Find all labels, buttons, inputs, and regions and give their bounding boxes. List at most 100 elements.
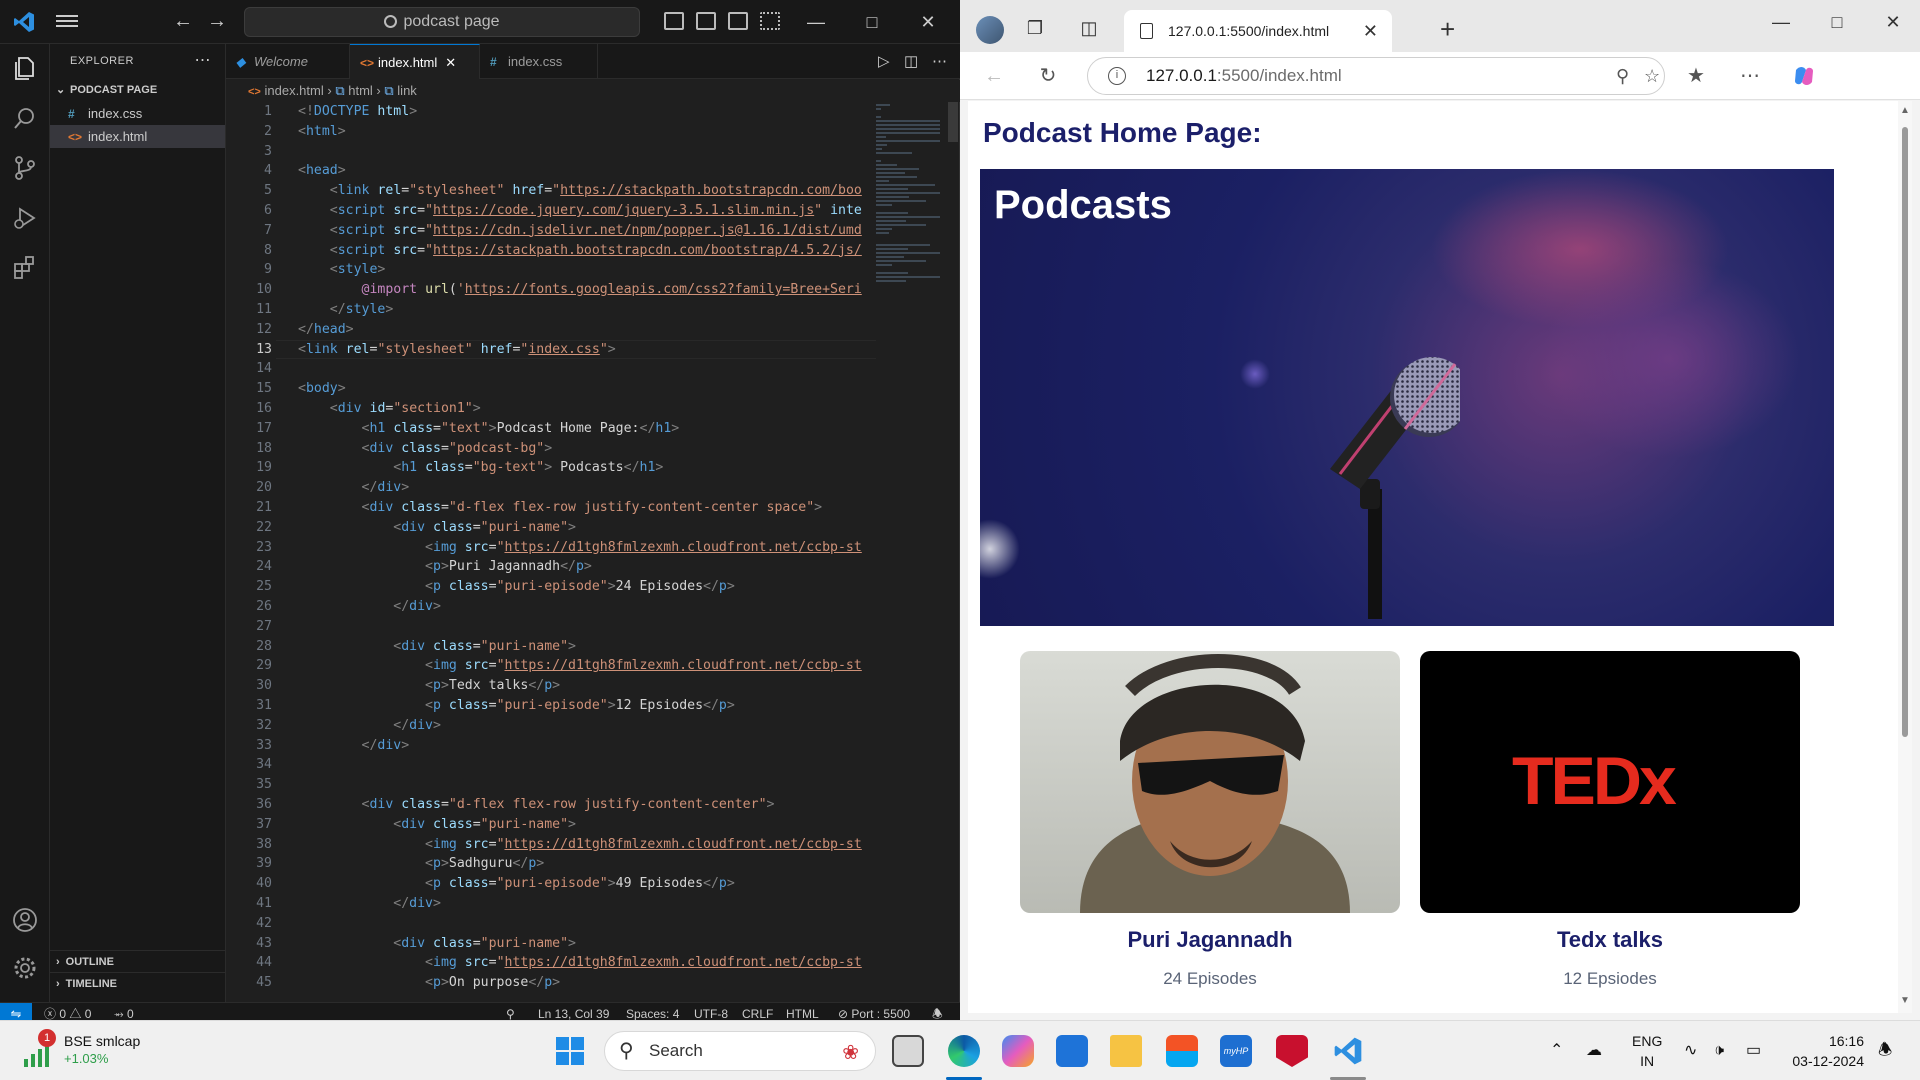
maximize-button[interactable]: □	[858, 8, 886, 36]
minimize-button[interactable]: —	[1766, 12, 1796, 33]
tab-welcome[interactable]: ◆ Welcome	[226, 44, 350, 79]
timeline-section[interactable]: › TIMELINE	[50, 972, 226, 994]
toggle-panel-icon[interactable]	[696, 12, 716, 30]
vertical-tabs-icon[interactable]: ◫	[1078, 18, 1100, 40]
code-line[interactable]: <html>	[298, 122, 346, 142]
tab-localhost[interactable]: 127.0.0.1:5500/index.html ✕	[1124, 10, 1392, 52]
code-line[interactable]: <link rel="stylesheet" href="index.css">	[298, 340, 616, 360]
accounts-icon[interactable]	[11, 906, 39, 934]
code-line[interactable]: <script src="https://code.jquery.com/jqu…	[298, 201, 862, 221]
forward-arrow-icon[interactable]: →	[206, 10, 228, 32]
code-line[interactable]: </div>	[298, 736, 410, 756]
code-line[interactable]: <p class="puri-episode">49 Episodes</p>	[298, 874, 735, 894]
show-hidden-icons-chevron-icon[interactable]: ⌃	[1550, 1021, 1563, 1080]
breadcrumb-html[interactable]: html	[348, 83, 373, 98]
close-button[interactable]: ✕	[1878, 12, 1908, 33]
podcast-card-tedx[interactable]: TEDx Tedx talks 12 Epsiodes	[1420, 651, 1800, 1001]
site-info-icon[interactable]: i	[1108, 67, 1126, 85]
code-line[interactable]: <h1 class="text">Podcast Home Page:</h1>	[298, 419, 680, 439]
code-line[interactable]: <style>	[298, 260, 386, 280]
tab-index-css[interactable]: # index.css	[480, 44, 598, 79]
back-arrow-icon[interactable]: ←	[982, 64, 1006, 88]
code-line[interactable]: </div>	[298, 894, 441, 914]
refresh-icon[interactable]: ↻	[1036, 64, 1060, 88]
file-item-index-html[interactable]: <> index.html	[50, 125, 225, 148]
myhp-icon[interactable]: myHP	[1220, 1035, 1252, 1067]
windows-start-icon[interactable]	[554, 1035, 586, 1067]
close-tab-icon[interactable]: ✕	[445, 55, 456, 70]
favorites-icon[interactable]: ★	[1684, 64, 1708, 88]
breadcrumb-link[interactable]: link	[397, 83, 417, 98]
code-line[interactable]: <p>Sadhguru</p>	[298, 854, 544, 874]
code-line[interactable]: <h1 class="bg-text"> Podcasts</h1>	[298, 458, 663, 478]
address-bar[interactable]: i 127.0.0.1:5500/index.html ⚲ ☆	[1087, 57, 1665, 95]
copilot-icon[interactable]	[1002, 1035, 1034, 1067]
code-line[interactable]: <p class="puri-episode">24 Episodes</p>	[298, 577, 735, 597]
store-app-icon[interactable]	[1056, 1035, 1088, 1067]
file-explorer-icon[interactable]	[1110, 1035, 1142, 1067]
code-line[interactable]: <img src="https://d1tgh8fmlzexmh.cloudfr…	[298, 538, 862, 558]
code-line[interactable]: <div class="podcast-bg">	[298, 439, 553, 459]
workspaces-icon[interactable]: ❐	[1024, 18, 1046, 40]
code-line[interactable]: </div>	[298, 716, 441, 736]
wifi-icon[interactable]: ∿	[1684, 1021, 1697, 1080]
more-menu-icon[interactable]: ⋯	[1738, 64, 1762, 88]
close-tab-icon[interactable]: ✕	[1363, 10, 1378, 52]
code-line[interactable]: <body>	[298, 379, 346, 399]
code-line[interactable]: <div id="section1">	[298, 399, 481, 419]
source-control-icon[interactable]	[11, 154, 39, 182]
code-line[interactable]: </div>	[298, 478, 410, 498]
stock-widget[interactable]: 1 BSE smlcap +1.03%	[22, 1029, 152, 1073]
search-icon[interactable]	[11, 104, 39, 132]
notifications-bell-icon[interactable]: 🕭	[1878, 1021, 1892, 1080]
language-indicator[interactable]: ENG IN	[1632, 1031, 1662, 1071]
profile-avatar[interactable]	[976, 16, 1004, 44]
toggle-primary-sidebar-icon[interactable]	[664, 12, 684, 30]
settings-gear-icon[interactable]	[11, 954, 39, 982]
code-line[interactable]: <script src="https://stackpath.bootstrap…	[298, 241, 862, 261]
split-editor-icon[interactable]: ◫	[904, 44, 918, 79]
outline-section[interactable]: › OUTLINE	[50, 950, 226, 972]
command-center-search[interactable]: podcast page	[244, 7, 640, 37]
copilot-icon[interactable]	[1792, 64, 1816, 88]
code-line[interactable]: <div class="d-flex flex-row justify-cont…	[298, 498, 823, 518]
code-line[interactable]: <p>Puri Jagannadh</p>	[298, 557, 592, 577]
code-line[interactable]: <script src="https://cdn.jsdelivr.net/np…	[298, 221, 862, 241]
new-tab-button[interactable]: +	[1440, 14, 1455, 45]
scrollbar-thumb[interactable]	[1902, 127, 1908, 737]
code-line[interactable]: <img src="https://d1tgh8fmlzexmh.cloudfr…	[298, 953, 862, 973]
menu-icon[interactable]	[56, 12, 78, 32]
mcafee-icon[interactable]	[1276, 1035, 1308, 1067]
minimap[interactable]	[876, 102, 946, 602]
code-line[interactable]: <p>On purpose</p>	[298, 973, 560, 993]
code-line[interactable]: <img src="https://d1tgh8fmlzexmh.cloudfr…	[298, 835, 862, 855]
code-line[interactable]: <p>Tedx talks</p>	[298, 676, 560, 696]
file-item-index-css[interactable]: # index.css	[50, 102, 225, 125]
back-arrow-icon[interactable]: ←	[172, 10, 194, 32]
extensions-icon[interactable]	[11, 254, 39, 282]
breadcrumb-file[interactable]: index.html	[264, 83, 323, 98]
minimize-button[interactable]: —	[802, 8, 830, 36]
favorite-star-icon[interactable]: ☆	[1644, 58, 1660, 94]
clock[interactable]: 16:16 03-12-2024	[1784, 1031, 1864, 1071]
code-line[interactable]: <div class="puri-name">	[298, 934, 576, 954]
close-button[interactable]: ✕	[914, 8, 942, 36]
code-editor[interactable]: 1 <!DOCTYPE html> 2 <html> 3 4 <head> 5 <link r…	[226, 102, 876, 1002]
edge-browser-icon[interactable]	[948, 1035, 980, 1067]
task-view-icon[interactable]	[892, 1035, 924, 1067]
run-debug-icon[interactable]	[11, 204, 39, 232]
code-line[interactable]: <img src="https://d1tgh8fmlzexmh.cloudfr…	[298, 656, 862, 676]
taskbar-search[interactable]: ⚲ Search ❀	[604, 1031, 876, 1071]
code-line[interactable]: </div>	[298, 597, 441, 617]
customize-layout-icon[interactable]	[760, 12, 780, 30]
code-line[interactable]: <div class="puri-name">	[298, 815, 576, 835]
tab-index-html[interactable]: <> index.html ✕	[350, 44, 480, 79]
code-line[interactable]: <link rel="stylesheet" href="https://sta…	[298, 181, 862, 201]
podcast-card-puri[interactable]: Puri Jagannadh 24 Episodes	[1020, 651, 1400, 1001]
microsoft-store-icon[interactable]	[1166, 1035, 1198, 1067]
code-line[interactable]: <p class="puri-episode">12 Epsiodes</p>	[298, 696, 735, 716]
more-actions-icon[interactable]: ⋯	[195, 44, 212, 78]
page-scrollbar[interactable]: ▲ ▼	[1898, 101, 1912, 1013]
code-line[interactable]: @import url('https://fonts.googleapis.co…	[298, 280, 862, 300]
code-line[interactable]: <div class="puri-name">	[298, 637, 576, 657]
